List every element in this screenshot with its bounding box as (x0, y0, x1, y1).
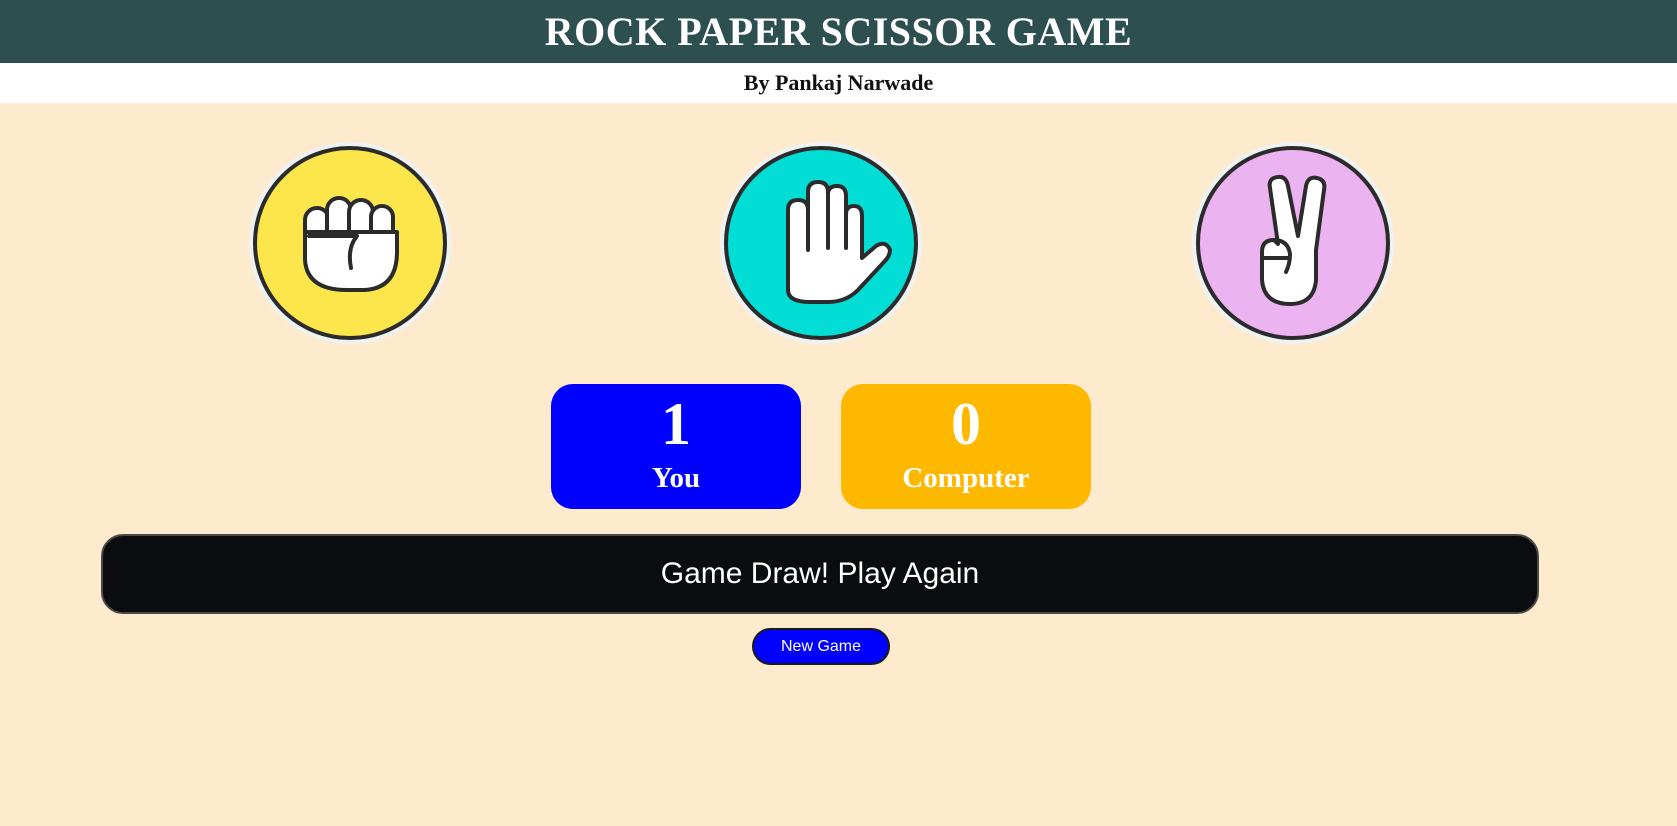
header-bar: ROCK PAPER SCISSOR GAME (0, 0, 1677, 63)
result-message-box: Game Draw! Play Again (101, 534, 1539, 614)
scoreboard: 1 You 0 Computer (551, 384, 1091, 509)
author-credit: By Pankaj Narwade (743, 70, 934, 95)
open-hand-icon (720, 142, 922, 344)
computer-score: 0 (951, 391, 981, 457)
author-bar: By Pankaj Narwade (0, 63, 1677, 103)
new-game-button[interactable]: New Game (752, 628, 890, 665)
victory-hand-icon (1192, 142, 1394, 344)
choices-row (0, 103, 1677, 358)
page-title: ROCK PAPER SCISSOR GAME (544, 9, 1133, 54)
computer-score-card: 0 Computer (841, 384, 1091, 509)
result-message: Game Draw! Play Again (660, 557, 980, 590)
user-score-label: You (651, 462, 701, 494)
user-score-card: 1 You (551, 384, 801, 509)
user-score: 1 (661, 391, 691, 457)
scissors-choice[interactable] (1190, 140, 1396, 346)
rock-choice[interactable] (247, 140, 453, 346)
computer-score-label: Computer (902, 462, 1030, 494)
fist-icon (249, 142, 451, 344)
paper-choice[interactable] (718, 140, 924, 346)
